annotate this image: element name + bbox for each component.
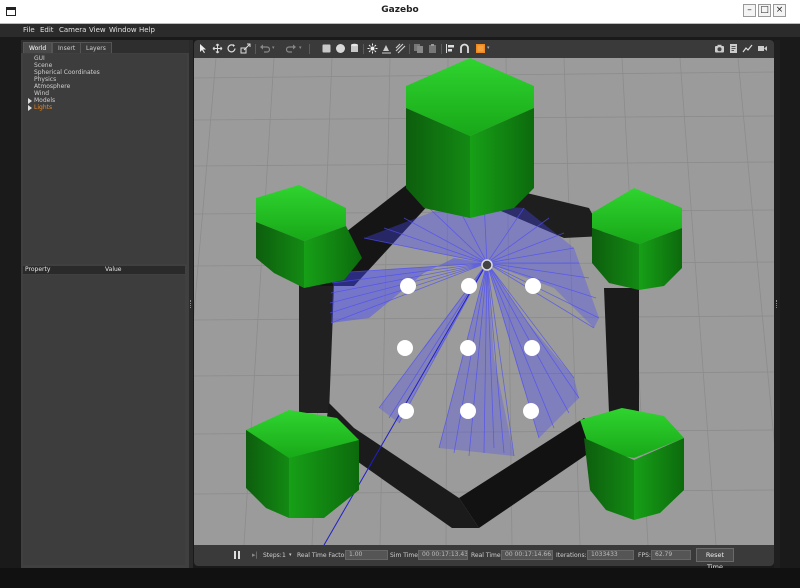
real-time-value: 00 00:17:14.661 (501, 550, 553, 560)
green-cube-bottom-left (246, 410, 359, 518)
select-arrow-icon[interactable] (198, 43, 209, 54)
tab-layers[interactable]: Layers (80, 42, 112, 53)
spot-light-icon[interactable] (381, 43, 392, 54)
tree-item-physics[interactable]: Physics (34, 76, 56, 83)
step-icon[interactable]: ▸| (252, 551, 258, 559)
directional-light-icon[interactable] (395, 43, 406, 54)
steps-value[interactable]: 1 (282, 552, 286, 559)
real-time-label: Real Time: (471, 552, 503, 559)
panel-tabs: World Insert Layers (21, 40, 189, 53)
left-splitter[interactable] (189, 40, 193, 568)
tree-item-scene[interactable]: Scene (34, 62, 52, 69)
menu-view[interactable]: View (89, 26, 106, 34)
tree-item-atmosphere[interactable]: Atmosphere (34, 83, 70, 90)
box-icon[interactable] (321, 43, 332, 54)
rtf-label: Real Time Factor: (297, 552, 349, 559)
rotate-icon[interactable] (226, 43, 237, 54)
screenshot-icon[interactable] (714, 43, 725, 54)
world-tree: GUI Scene Spherical Coordinates Physics … (23, 54, 187, 264)
align-icon[interactable] (445, 43, 456, 54)
maximize-button[interactable]: □ (758, 4, 771, 17)
tree-item-lights[interactable]: Lights (34, 104, 52, 111)
minimize-button[interactable]: – (743, 4, 756, 17)
cylinder-icon[interactable] (349, 43, 360, 54)
tree-item-spherical-coordinates[interactable]: Spherical Coordinates (34, 69, 100, 76)
undo-dropdown-icon[interactable]: ▾ (272, 45, 275, 51)
rtf-value: 1.00 (345, 550, 388, 560)
scale-icon[interactable] (240, 43, 251, 54)
scene-viewport[interactable] (194, 58, 774, 545)
plot-icon[interactable] (742, 43, 753, 54)
menu-help[interactable]: Help (139, 26, 155, 34)
sim-time-value: 00 00:17:13.433 (418, 550, 468, 560)
property-panel (23, 275, 185, 565)
property-column-header: Property (25, 266, 51, 273)
tree-item-wind[interactable]: Wind (34, 90, 49, 97)
tab-insert[interactable]: Insert (52, 42, 82, 53)
status-bar: ▸| Steps: 1 ▾ Real Time Factor: 1.00 Sim… (194, 545, 774, 571)
point-light-icon[interactable] (367, 43, 378, 54)
view-dropdown-icon[interactable]: ▾ (487, 45, 490, 51)
sim-time-label: Sim Time: (390, 552, 420, 559)
menu-window[interactable]: Window (109, 26, 137, 34)
tree-item-gui[interactable]: GUI (34, 55, 45, 62)
paste-icon[interactable] (427, 43, 438, 54)
translate-icon[interactable] (212, 43, 223, 54)
lidar-sensor (481, 259, 493, 271)
expand-lights-icon[interactable] (28, 105, 32, 111)
left-panel: World Insert Layers GUI Scene Spherical … (21, 40, 189, 568)
iterations-label: Iterations: (556, 552, 587, 559)
close-button[interactable]: × (773, 4, 786, 17)
record-video-icon[interactable] (757, 43, 768, 54)
redo-dropdown-icon[interactable]: ▾ (299, 45, 302, 51)
scene-toolbar: ▾ ▾ ▾ (194, 40, 774, 58)
menu-file[interactable]: File (23, 26, 35, 34)
copy-icon[interactable] (413, 43, 424, 54)
expand-models-icon[interactable] (28, 98, 32, 104)
log-icon[interactable] (728, 43, 739, 54)
right-splitter[interactable] (774, 40, 780, 568)
window-title: Gazebo (381, 5, 419, 15)
tab-world[interactable]: World (23, 42, 53, 53)
pause-icon[interactable] (234, 551, 236, 559)
sphere-icon[interactable] (335, 43, 346, 54)
fps-label: FPS: (638, 552, 651, 559)
redo-icon[interactable] (286, 43, 297, 54)
steps-spinner-icon[interactable]: ▾ (289, 552, 292, 558)
menu-camera[interactable]: Camera (59, 26, 86, 34)
title-bar: Gazebo – □ × (0, 0, 800, 24)
iterations-value: 1033433 (587, 550, 634, 560)
menu-edit[interactable]: Edit (40, 26, 54, 34)
value-column-header: Value (105, 266, 122, 273)
steps-label: Steps: (263, 552, 282, 559)
undo-icon[interactable] (259, 43, 270, 54)
scene-render[interactable] (194, 58, 774, 545)
green-cube-top (406, 58, 534, 218)
bottom-strip (0, 568, 800, 588)
fps-value: 62.79 (651, 550, 691, 560)
property-header: Property Value (23, 266, 185, 274)
menu-bar: File Edit Camera View Window Help (0, 24, 800, 37)
reset-time-button[interactable]: Reset Time (696, 548, 734, 571)
change-view-icon[interactable] (475, 43, 486, 54)
snap-icon[interactable] (459, 43, 470, 54)
tree-item-models[interactable]: Models (34, 97, 55, 104)
